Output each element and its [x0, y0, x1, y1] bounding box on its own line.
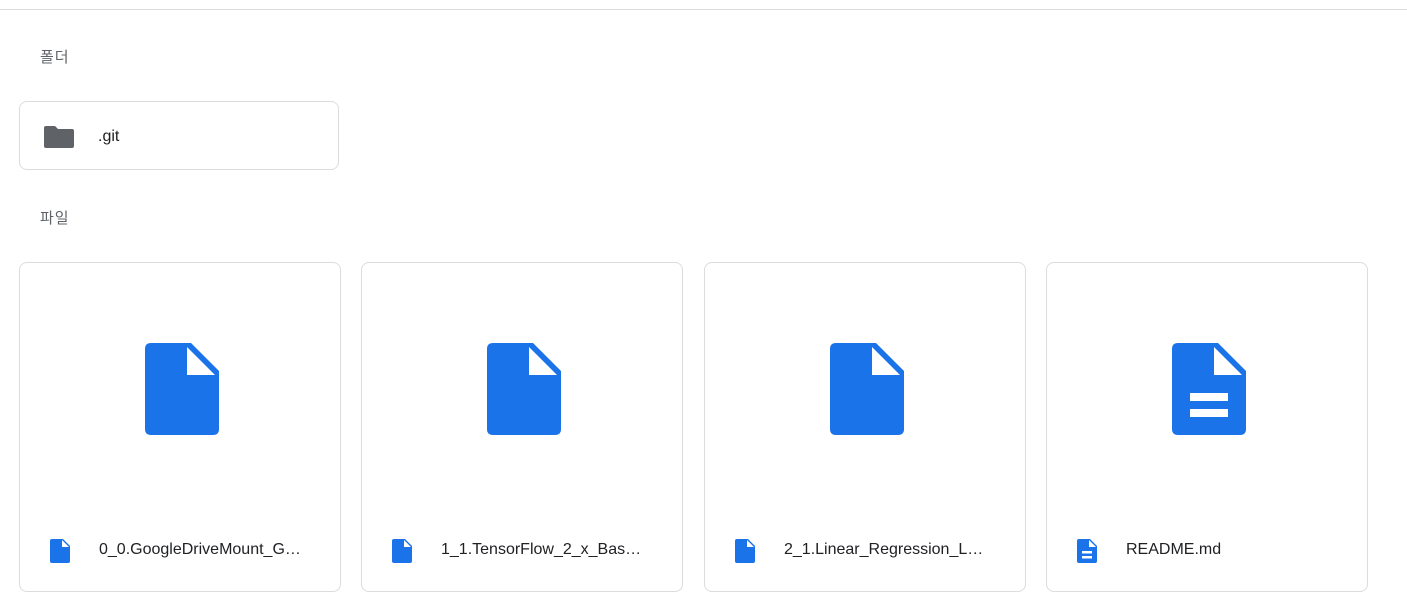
file-name: 0_0.GoogleDriveMount_G… [99, 541, 301, 558]
file-card[interactable]: README.md [1046, 262, 1368, 592]
document-icon [1172, 343, 1246, 435]
file-card[interactable]: 2_1.Linear_Regression_L… [704, 262, 1026, 592]
file-icon [735, 539, 755, 563]
file-name: README.md [1126, 541, 1222, 558]
file-icon [830, 343, 904, 435]
file-icon [50, 539, 70, 563]
document-icon [1077, 539, 1097, 563]
folder-icon [44, 126, 74, 148]
file-name: 1_1.TensorFlow_2_x_Bas… [441, 541, 642, 558]
file-icon [145, 343, 219, 435]
file-card[interactable]: 0_0.GoogleDriveMount_G… [19, 262, 341, 592]
file-card[interactable]: 1_1.TensorFlow_2_x_Bas… [361, 262, 683, 592]
files-section-label: 파일 [40, 210, 70, 227]
file-icon [392, 539, 412, 563]
file-name: 2_1.Linear_Regression_L… [784, 541, 984, 558]
folder-card-git[interactable]: .git [19, 101, 339, 170]
file-icon [487, 343, 561, 435]
folder-name: .git [98, 128, 120, 145]
top-divider [0, 9, 1407, 10]
folders-section-label: 폴더 [40, 49, 70, 66]
